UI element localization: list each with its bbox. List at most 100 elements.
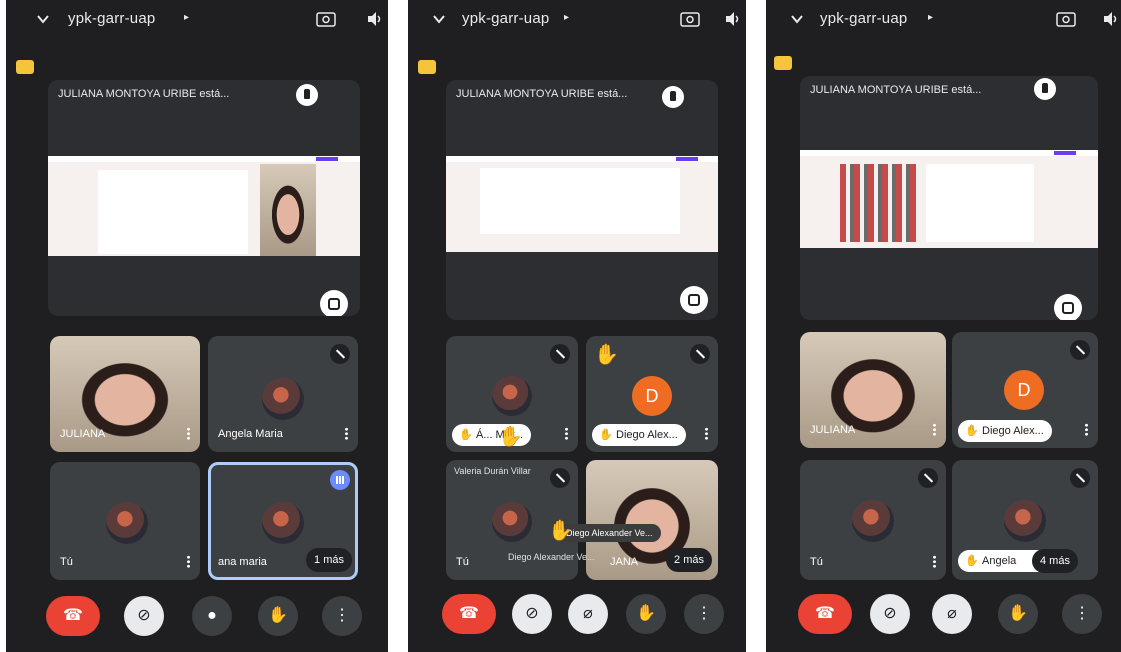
camera-off-icon: ⊘ (525, 605, 539, 622)
more-vert-icon[interactable] (565, 427, 568, 440)
more-participants-badge[interactable]: 4 más (1032, 549, 1078, 573)
participant-name: Angela Maria (218, 428, 283, 440)
participant-tile-self[interactable]: Tú (800, 460, 946, 580)
raise-hand-button[interactable]: ✋ (998, 594, 1038, 634)
pin-icon[interactable] (296, 84, 318, 106)
participant-tile-self[interactable]: Tú (50, 462, 200, 580)
fullscreen-icon[interactable] (320, 290, 348, 316)
meet-panel-3: ypk-garr-uap ▸ JULIANA MONTOYA URIBE est… (766, 0, 1121, 652)
mic-toggle-button[interactable]: ⌀ (568, 594, 608, 634)
participant-tile-juliana[interactable]: JULIANA (50, 336, 200, 452)
camera-switch-icon[interactable] (316, 10, 336, 28)
participant-tile-juliana[interactable]: JANA 2 más (586, 460, 718, 580)
camera-toggle-button[interactable]: ⊘ (124, 596, 164, 636)
presenter-label: JULIANA MONTOYA URIBE está... (810, 84, 982, 96)
participant-tile-diego[interactable]: D Diego Alex... (952, 332, 1098, 448)
pin-icon[interactable] (1034, 78, 1056, 100)
participant-name: JANA (610, 556, 639, 568)
speaker-icon[interactable] (1102, 10, 1120, 28)
presenter-label: JULIANA MONTOYA URIBE está... (58, 88, 230, 100)
end-call-button[interactable]: ☎ (798, 594, 852, 634)
top-bar: ypk-garr-uap ▸ (408, 0, 746, 40)
participant-name-pill: Diego Alex... (592, 424, 686, 446)
fullscreen-icon[interactable] (680, 286, 708, 314)
mic-off-icon (550, 344, 570, 364)
raise-hand-button[interactable]: ✋ (258, 596, 298, 636)
raise-hand-button[interactable]: ✋ (626, 594, 666, 634)
participant-name: Tú (60, 556, 73, 568)
more-vert-icon[interactable] (933, 555, 936, 568)
slide-photo (260, 164, 316, 256)
more-vert-icon[interactable] (1085, 423, 1088, 436)
more-vert-icon: ⋮ (696, 605, 712, 622)
chevron-right-icon: ▸ (184, 12, 190, 23)
slide-toolbar (48, 156, 360, 162)
chevron-down-icon[interactable] (432, 12, 446, 26)
shared-slide (48, 156, 360, 256)
chevron-right-icon: ▸ (928, 12, 934, 23)
shared-slide (446, 156, 718, 252)
mic-off-icon: ⌀ (947, 605, 957, 622)
presentation-tile[interactable]: JULIANA MONTOYA URIBE está... (446, 80, 718, 320)
slide-card (480, 168, 680, 234)
participant-name: ana maria (218, 556, 267, 568)
mic-toggle-button[interactable]: ● (192, 596, 232, 636)
more-options-button[interactable]: ⋮ (322, 596, 362, 636)
mic-off-icon (1070, 468, 1090, 488)
presentation-tile[interactable]: JULIANA MONTOYA URIBE está... (48, 80, 360, 316)
end-call-button[interactable]: ☎ (46, 596, 100, 636)
camera-toggle-button[interactable]: ⊘ (512, 594, 552, 634)
participant-tile-angela[interactable]: Angela 4 más (952, 460, 1098, 580)
avatar-letter: D (1004, 370, 1044, 410)
avatar (492, 376, 532, 416)
mic-off-icon: ⌀ (583, 605, 593, 622)
chevron-right-icon: ▸ (564, 12, 570, 23)
participant-tile-ana-maria[interactable]: ana maria 1 más (208, 462, 358, 580)
meeting-title[interactable]: ypk-garr-uap (462, 10, 549, 27)
hand-reaction-icon: ✋ (548, 520, 573, 542)
more-options-button[interactable]: ⋮ (684, 594, 724, 634)
avatar (852, 500, 894, 542)
chevron-down-icon[interactable] (790, 12, 804, 26)
camera-off-icon: ⊘ (137, 607, 151, 624)
presentation-tile[interactable]: JULIANA MONTOYA URIBE está... (800, 76, 1098, 320)
speaker-icon[interactable] (366, 10, 384, 28)
avatar (1004, 500, 1046, 542)
avatar (106, 502, 148, 544)
camera-toggle-button[interactable]: ⊘ (870, 594, 910, 634)
more-vert-icon[interactable] (345, 427, 348, 440)
end-call-icon: ☎ (63, 607, 83, 624)
speaking-indicator-icon (330, 470, 350, 490)
slide-accent (1054, 151, 1076, 155)
camera-switch-icon[interactable] (680, 10, 700, 28)
more-participants-badge[interactable]: 1 más (306, 548, 352, 572)
more-vert-icon[interactable] (933, 423, 936, 436)
mic-off-icon (550, 468, 570, 488)
slide-card (926, 164, 1034, 242)
fullscreen-icon[interactable] (1054, 294, 1082, 320)
end-call-button[interactable]: ☎ (442, 594, 496, 634)
mic-icon: ● (207, 607, 217, 624)
slide-photo (840, 164, 920, 242)
more-participants-badge[interactable]: 2 más (666, 548, 712, 572)
participant-tile-juliana[interactable]: JULIANA (800, 332, 946, 448)
hand-reaction-icon: ✋ (594, 344, 619, 366)
mic-toggle-button[interactable]: ⌀ (932, 594, 972, 634)
more-vert-icon[interactable] (187, 427, 190, 440)
more-vert-icon[interactable] (187, 555, 190, 568)
pin-icon[interactable] (662, 86, 684, 108)
slide-toolbar (800, 150, 1098, 156)
mic-off-icon (690, 344, 710, 364)
participant-tile-angela[interactable]: Angela Maria (208, 336, 358, 452)
slide-card (98, 170, 248, 254)
more-options-button[interactable]: ⋮ (1062, 594, 1102, 634)
chevron-down-icon[interactable] (36, 12, 50, 26)
meeting-title[interactable]: ypk-garr-uap (68, 10, 155, 27)
camera-switch-icon[interactable] (1056, 10, 1076, 28)
participant-name: JULIANA (810, 424, 856, 436)
meeting-title[interactable]: ypk-garr-uap (820, 10, 907, 27)
speaker-icon[interactable] (724, 10, 742, 28)
mic-off-icon (918, 468, 938, 488)
top-bar: ypk-garr-uap ▸ (6, 0, 388, 40)
more-vert-icon[interactable] (705, 427, 708, 440)
